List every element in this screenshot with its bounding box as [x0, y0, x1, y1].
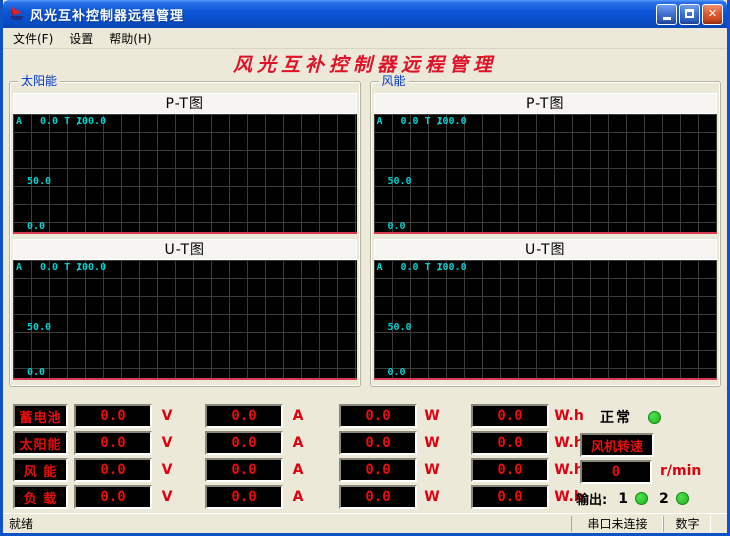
- wind-pt-chart: A 0.0 T / 100.0 50.0 0.0: [374, 114, 718, 234]
- y-axis-unit: A: [377, 262, 383, 273]
- fan-speed-display: 0: [580, 460, 652, 484]
- wind-label: 风 能: [13, 458, 68, 482]
- wind-power-display: 0.0: [339, 458, 417, 482]
- y-axis-max-tick: 100.0: [76, 262, 106, 273]
- wind-ut-chart: A 0.0 T / 100.0 50.0 0.0: [374, 260, 718, 380]
- x-axis-baseline: [374, 378, 718, 380]
- wind-pt-chart-title: P-T图: [374, 93, 718, 114]
- app-icon: [8, 6, 26, 22]
- x-axis-baseline: [13, 378, 357, 380]
- unit-amp: A: [283, 435, 313, 451]
- solar-current-display: 0.0: [205, 431, 283, 455]
- unit-watt: W: [417, 462, 447, 478]
- load-current-display: 0.0: [205, 485, 283, 509]
- solar-label: 太阳能: [13, 431, 68, 455]
- unit-amp: A: [283, 489, 313, 505]
- wind-voltage-display: 0.0: [74, 458, 152, 482]
- unit-watt: W: [417, 435, 447, 451]
- statusbar: 就绪 串口未连接 数字: [3, 513, 727, 533]
- solar-power-display: 0.0: [339, 431, 417, 455]
- output-2-number: 2: [659, 491, 669, 507]
- menu-file[interactable]: 文件(F): [5, 28, 61, 49]
- fan-speed-label: 风机转速: [580, 433, 654, 457]
- menu-settings[interactable]: 设置: [61, 28, 101, 49]
- close-button[interactable]: ✕: [702, 4, 723, 25]
- y-axis-mid-tick: 50.0: [388, 322, 412, 333]
- system-status-led: [648, 411, 661, 424]
- menu-help[interactable]: 帮助(H): [101, 28, 159, 49]
- battery-energy-display: 0.0: [471, 404, 549, 428]
- solar-ut-chart-card: U-T图 A 0.0 T / 100.0 50.0 0.0: [13, 239, 357, 380]
- maximize-button[interactable]: [679, 4, 700, 25]
- page-title: 风光互补控制器远程管理: [3, 50, 727, 74]
- x-axis-baseline: [13, 232, 357, 234]
- x-axis-baseline: [374, 232, 718, 234]
- main-content: 风光互补控制器远程管理 太阳能 P-T图 A 0.0 T / 100.0 50.…: [3, 49, 727, 513]
- statusbar-mode: 数字: [663, 516, 711, 532]
- wind-current-display: 0.0: [205, 458, 283, 482]
- battery-label: 蓄电池: [13, 404, 68, 428]
- solar-energy-display: 0.0: [471, 431, 549, 455]
- unit-volt: V: [152, 462, 182, 478]
- battery-power-display: 0.0: [339, 404, 417, 428]
- output-label: 输出:: [576, 489, 607, 508]
- y-axis-max-tick: 100.0: [437, 116, 467, 127]
- y-axis-min-tick: 0.0: [27, 367, 45, 378]
- titlebar[interactable]: 风光互补控制器远程管理 ✕: [3, 0, 727, 28]
- statusbar-ready-text: 就绪: [3, 515, 571, 532]
- group-wind: 风能 P-T图 A 0.0 T / 100.0 50.0 0.0 U-T图: [370, 81, 722, 387]
- readouts-panel: 蓄电池 0.0 V 0.0 A 0.0 W 0.0 W.h 太阳能 0.0 V …: [3, 404, 727, 509]
- wind-ut-chart-card: U-T图 A 0.0 T / 100.0 50.0 0.0: [374, 239, 718, 380]
- y-axis-unit: A: [16, 116, 22, 127]
- load-power-display: 0.0: [339, 485, 417, 509]
- solar-pt-chart-card: P-T图 A 0.0 T / 100.0 50.0 0.0: [13, 93, 357, 234]
- resize-grip[interactable]: [711, 514, 727, 534]
- window-title: 风光互补控制器远程管理: [30, 5, 656, 24]
- y-axis-min-tick: 0.0: [388, 221, 406, 232]
- load-energy-display: 0.0: [471, 485, 549, 509]
- system-status-label: 正常: [600, 407, 632, 427]
- group-wind-label: 风能: [379, 74, 409, 88]
- unit-volt: V: [152, 435, 182, 451]
- solar-ut-chart: A 0.0 T / 100.0 50.0 0.0: [13, 260, 357, 380]
- y-axis-max-tick: 100.0: [76, 116, 106, 127]
- load-voltage-display: 0.0: [74, 485, 152, 509]
- wind-energy-display: 0.0: [471, 458, 549, 482]
- wind-ut-chart-title: U-T图: [374, 239, 718, 260]
- fan-speed-unit: r/min: [660, 463, 701, 479]
- wind-pt-chart-card: P-T图 A 0.0 T / 100.0 50.0 0.0: [374, 93, 718, 234]
- group-solar: 太阳能 P-T图 A 0.0 T / 100.0 50.0 0.0 U-T图: [9, 81, 361, 387]
- battery-current-display: 0.0: [205, 404, 283, 428]
- solar-pt-chart-title: P-T图: [13, 93, 357, 114]
- solar-pt-chart: A 0.0 T / 100.0 50.0 0.0: [13, 114, 357, 234]
- unit-amp: A: [283, 462, 313, 478]
- y-axis-mid-tick: 50.0: [27, 176, 51, 187]
- solar-voltage-display: 0.0: [74, 431, 152, 455]
- minimize-button[interactable]: [656, 4, 677, 25]
- group-solar-label: 太阳能: [18, 74, 60, 88]
- y-axis-unit: A: [377, 116, 383, 127]
- menubar: 文件(F) 设置 帮助(H): [3, 28, 727, 49]
- unit-volt: V: [152, 408, 182, 424]
- y-axis-mid-tick: 50.0: [388, 176, 412, 187]
- unit-volt: V: [152, 489, 182, 505]
- output-1-led: [635, 492, 648, 505]
- unit-watt: W: [417, 489, 447, 505]
- y-axis-max-tick: 100.0: [437, 262, 467, 273]
- unit-watt: W: [417, 408, 447, 424]
- load-label: 负 载: [13, 485, 68, 509]
- y-axis-unit: A: [16, 262, 22, 273]
- battery-voltage-display: 0.0: [74, 404, 152, 428]
- app-window: 风光互补控制器远程管理 ✕ 文件(F) 设置 帮助(H) 风光互补控制器远程管理…: [0, 0, 730, 536]
- unit-amp: A: [283, 408, 313, 424]
- output-2-led: [676, 492, 689, 505]
- unit-watthour: W.h: [549, 408, 589, 424]
- y-axis-min-tick: 0.0: [27, 221, 45, 232]
- output-1-number: 1: [618, 491, 628, 507]
- solar-ut-chart-title: U-T图: [13, 239, 357, 260]
- y-axis-mid-tick: 50.0: [27, 322, 51, 333]
- statusbar-serial-status: 串口未连接: [571, 516, 663, 532]
- y-axis-min-tick: 0.0: [388, 367, 406, 378]
